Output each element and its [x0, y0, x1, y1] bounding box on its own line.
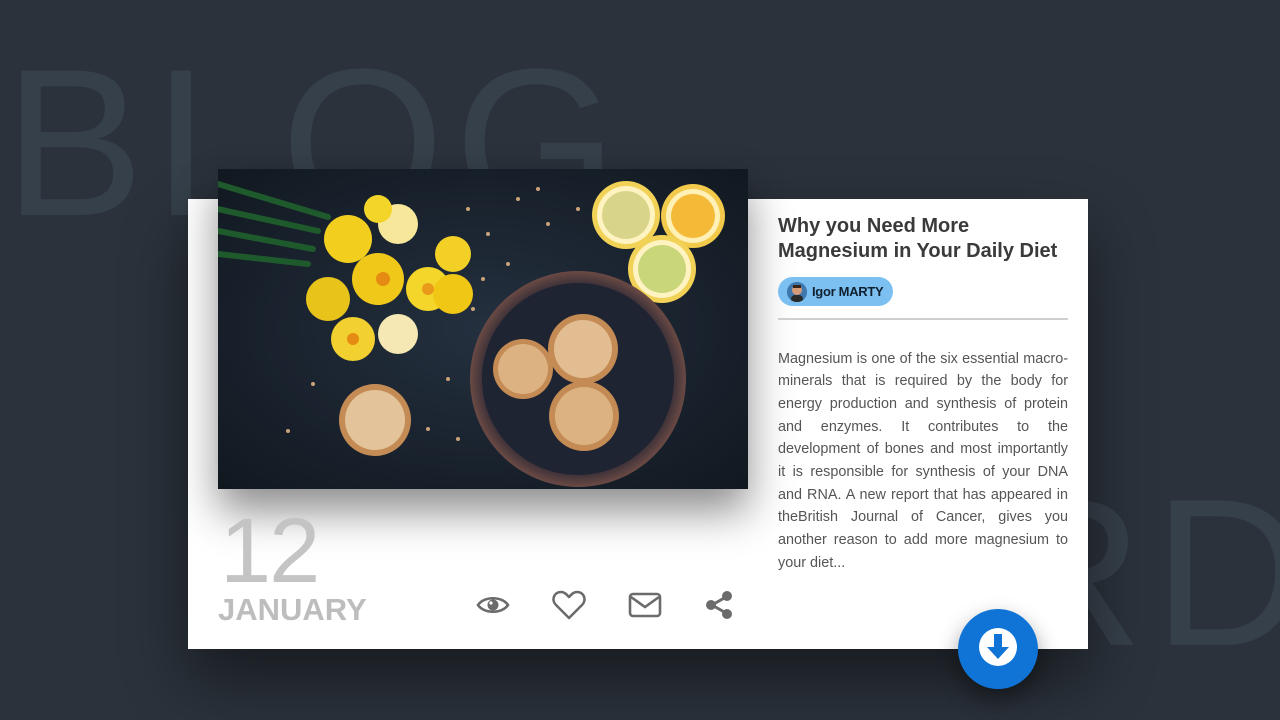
divider [778, 317, 1068, 320]
mail-button[interactable] [627, 588, 663, 622]
post-content: Why you Need More Magnesium in Your Dail… [778, 214, 1068, 575]
hero-image [218, 169, 748, 489]
download-button[interactable] [958, 609, 1038, 689]
arrow-down-icon [977, 626, 1019, 673]
like-button[interactable] [551, 588, 587, 622]
post-title[interactable]: Why you Need More Magnesium in Your Dail… [778, 214, 1068, 264]
share-icon [704, 590, 734, 620]
view-button[interactable] [475, 588, 511, 622]
avatar [787, 281, 807, 302]
date-day: 12 [220, 500, 320, 602]
date-month: JANUARY [218, 592, 367, 627]
author-badge[interactable]: Igor MARTY [778, 277, 894, 306]
heart-icon [552, 590, 586, 620]
share-button[interactable] [701, 588, 737, 622]
author-name: Igor MARTY [812, 284, 884, 299]
post-excerpt: Magnesium is one of the six essential ma… [778, 350, 1068, 571]
mail-icon [628, 592, 662, 618]
eye-icon [476, 594, 510, 616]
